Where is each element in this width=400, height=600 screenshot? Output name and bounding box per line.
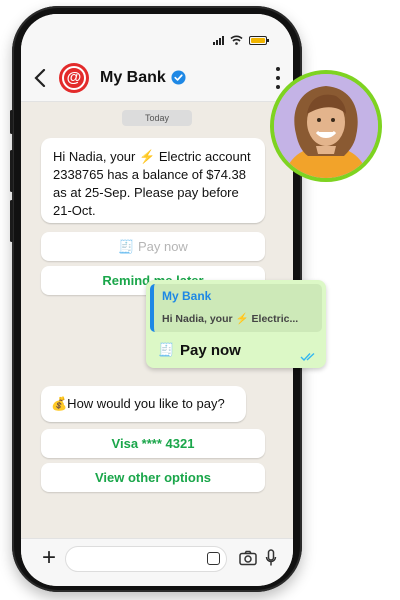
lightning-emoji: ⚡ xyxy=(139,149,156,164)
date-chip: Today xyxy=(122,110,192,126)
verified-badge-icon xyxy=(171,70,186,85)
reply-content: 🧾 Pay now xyxy=(158,340,241,360)
phone-volume-up xyxy=(10,150,13,192)
view-other-options-button[interactable]: View other options xyxy=(41,463,265,492)
microphone-icon[interactable] xyxy=(265,549,277,567)
quoted-sender: My Bank xyxy=(162,289,212,303)
phone-side-button xyxy=(10,110,13,134)
visa-card-button[interactable]: Visa **** 4321 xyxy=(41,429,265,458)
status-icons xyxy=(213,35,269,45)
battery-icon xyxy=(249,35,269,45)
double-check-icon xyxy=(300,352,315,362)
incoming-message-payment-method: 💰How would you like to pay? xyxy=(41,386,246,422)
sticker-icon[interactable] xyxy=(207,552,220,565)
status-bar xyxy=(21,14,293,54)
kebab-menu-icon[interactable] xyxy=(273,67,283,89)
bank-logo-avatar[interactable]: @ xyxy=(59,62,89,93)
camera-icon[interactable] xyxy=(239,550,257,566)
lightning-emoji: ⚡ xyxy=(235,313,249,325)
pay-now-button[interactable]: 🧾 Pay now xyxy=(41,232,265,261)
receipt-icon: 🧾 xyxy=(158,342,175,357)
chat-title[interactable]: My Bank xyxy=(100,69,166,87)
quoted-message[interactable]: My Bank Hi Nadia, your ⚡ Electric... xyxy=(150,284,322,332)
back-arrow-icon[interactable] xyxy=(23,58,57,98)
message-input-bar: + xyxy=(21,538,293,586)
at-sign-logo-icon: @ xyxy=(62,65,86,90)
reply-text: Pay now xyxy=(180,341,241,359)
signal-icon xyxy=(213,35,224,45)
outgoing-reply-bubble: My Bank Hi Nadia, your ⚡ Electric... 🧾 P… xyxy=(146,280,326,368)
plus-icon[interactable]: + xyxy=(37,546,61,571)
incoming-message-balance: Hi Nadia, your ⚡ Electric account 233876… xyxy=(41,138,265,223)
message-input[interactable] xyxy=(65,546,227,572)
user-profile-photo xyxy=(270,70,382,182)
person-avatar-icon xyxy=(274,74,378,178)
chat-header: @ My Bank xyxy=(21,54,293,102)
quoted-text: Hi Nadia, your ⚡ Electric... xyxy=(162,313,299,325)
phone-volume-down xyxy=(10,200,13,242)
wifi-icon xyxy=(230,35,243,45)
